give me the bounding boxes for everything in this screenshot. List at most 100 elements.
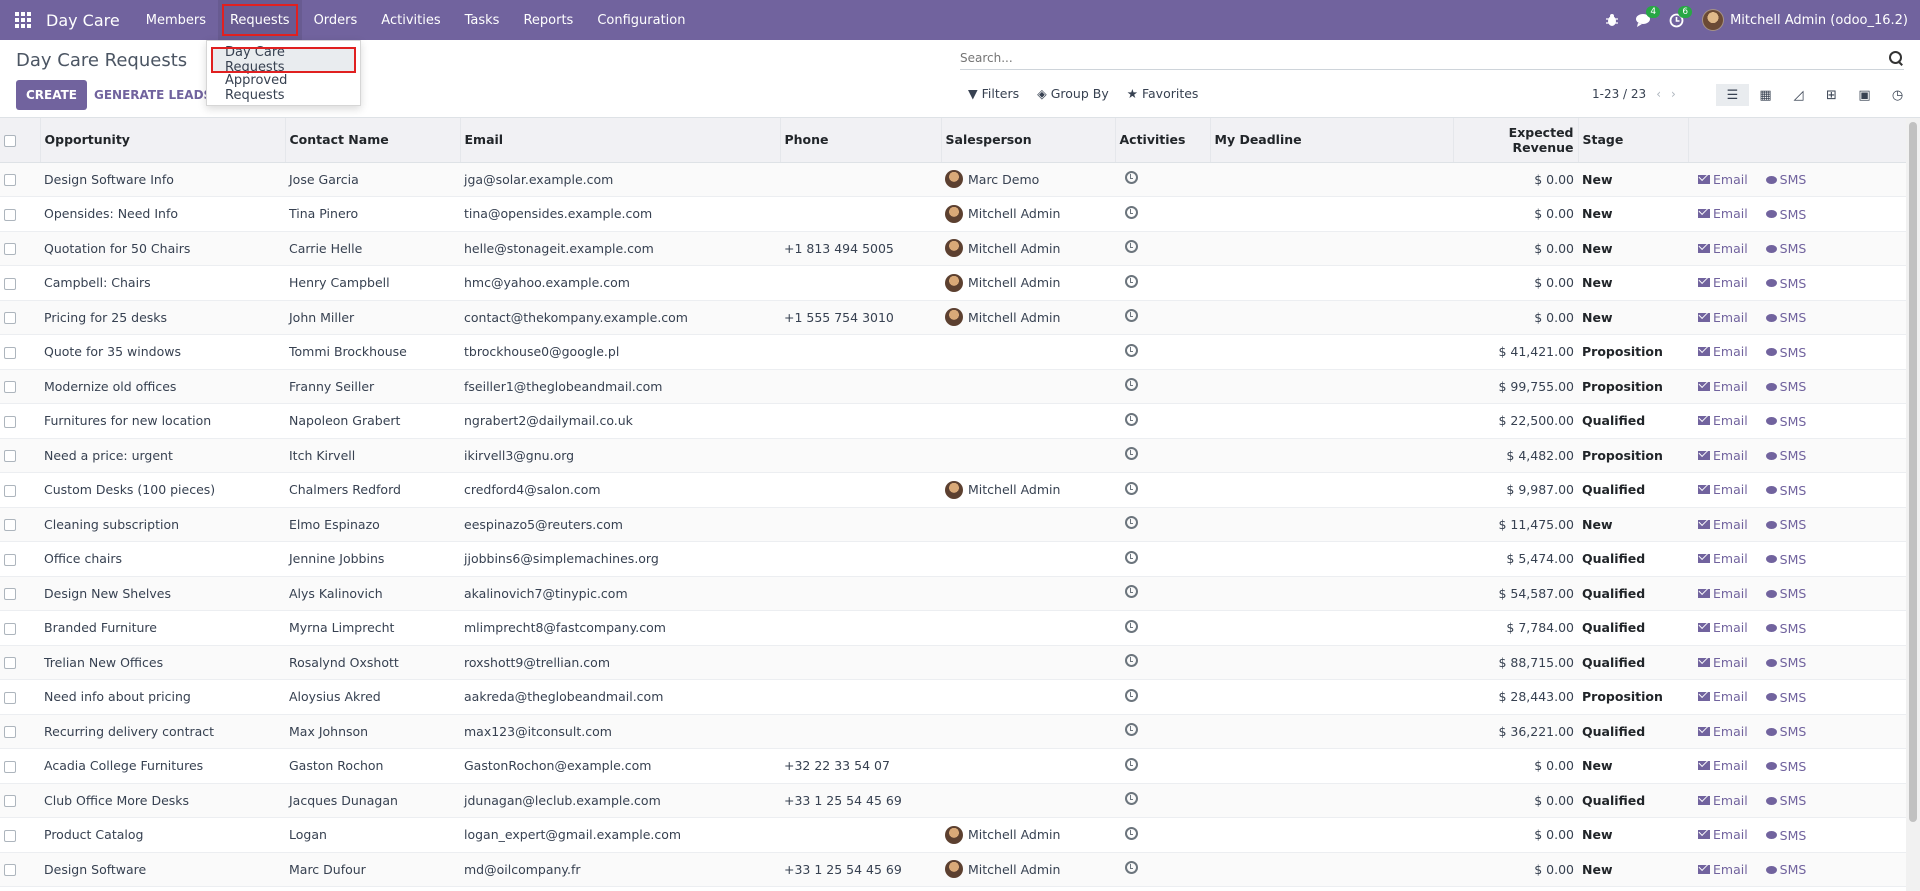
activity-clock-icon[interactable] [1125, 723, 1138, 737]
header-email[interactable]: Email [460, 118, 781, 163]
sms-button[interactable]: SMS [1765, 448, 1806, 463]
sms-button[interactable]: SMS [1765, 379, 1806, 394]
sms-button[interactable]: SMS [1765, 172, 1806, 187]
table-row[interactable]: Office chairs Jennine Jobbins jjobbins6@… [0, 541, 1906, 577]
sms-button[interactable]: SMS [1765, 483, 1806, 498]
sms-button[interactable]: SMS [1765, 241, 1806, 256]
activity-clock-icon[interactable] [1125, 378, 1138, 392]
calendar-view-icon[interactable]: ▣ [1848, 84, 1881, 106]
sms-button[interactable]: SMS [1765, 586, 1806, 601]
row-checkbox[interactable] [4, 795, 16, 808]
table-row[interactable]: Pricing for 25 desks John Miller contact… [0, 300, 1906, 335]
header-contact-name[interactable]: Contact Name [285, 118, 461, 163]
row-select[interactable] [0, 576, 40, 611]
table-row[interactable]: Product Catalog Logan logan_expert@gmail… [0, 817, 1906, 853]
menu-activities[interactable]: Activities [369, 0, 452, 40]
pager-next-icon[interactable]: › [1671, 87, 1676, 101]
sms-button[interactable]: SMS [1765, 517, 1806, 532]
sms-button[interactable]: SMS [1765, 276, 1806, 291]
row-select[interactable] [0, 369, 40, 404]
header-opportunity[interactable]: Opportunity [40, 118, 286, 163]
activity-clock-icon[interactable] [1125, 274, 1138, 288]
table-row[interactable]: Club Office More Desks Jacques Dunagan j… [0, 783, 1906, 818]
row-select[interactable] [0, 645, 40, 680]
activity-clock-icon[interactable] [1125, 516, 1138, 530]
menu-requests[interactable]: Requests [217, 0, 302, 40]
select-all-checkbox[interactable] [4, 134, 16, 147]
row-checkbox[interactable] [4, 208, 16, 221]
activity-clock-icon[interactable] [1125, 619, 1138, 633]
app-name[interactable]: Day Care [46, 11, 120, 30]
dropdown-item-day-care-requests[interactable]: Day Care Requests [211, 45, 356, 75]
table-row[interactable]: Custom Desks (100 pieces) Chalmers Redfo… [0, 472, 1906, 508]
menu-reports[interactable]: Reports [511, 0, 585, 40]
row-select[interactable] [0, 300, 40, 335]
header-expected-revenue[interactable]: Expected Revenue [1453, 118, 1579, 163]
scrollbar-thumb[interactable] [1909, 122, 1917, 822]
pager-value[interactable]: 1-23 / 23 [1592, 87, 1646, 101]
email-button[interactable]: Email [1698, 586, 1748, 601]
row-select[interactable] [0, 438, 40, 473]
email-button[interactable]: Email [1698, 275, 1748, 290]
filters-button[interactable]: ▼ Filters [968, 86, 1019, 101]
row-checkbox[interactable] [4, 312, 16, 325]
email-button[interactable]: Email [1698, 413, 1748, 428]
email-button[interactable]: Email [1698, 448, 1748, 463]
chat-icon[interactable]: 4 [1628, 0, 1661, 40]
email-button[interactable]: Email [1698, 344, 1748, 359]
email-button[interactable]: Email [1698, 827, 1748, 842]
table-row[interactable]: Furnitures for new location Napoleon Gra… [0, 403, 1906, 439]
activity-clock-icon[interactable] [1125, 412, 1138, 426]
menu-members[interactable]: Members [134, 0, 218, 40]
sms-button[interactable]: SMS [1765, 552, 1806, 567]
row-checkbox[interactable] [4, 726, 16, 739]
row-checkbox[interactable] [4, 450, 16, 463]
row-select[interactable] [0, 403, 40, 439]
activity-view-icon[interactable]: ◷ [1881, 84, 1914, 106]
email-button[interactable]: Email [1698, 655, 1748, 670]
email-button[interactable]: Email [1698, 724, 1748, 739]
sms-button[interactable]: SMS [1765, 621, 1806, 636]
list-view-icon[interactable]: ☰ [1716, 84, 1749, 106]
header-salesperson[interactable]: Salesperson [941, 118, 1116, 163]
activity-clock-icon[interactable] [1125, 309, 1138, 323]
row-select[interactable] [0, 334, 40, 370]
sms-button[interactable]: SMS [1765, 207, 1806, 222]
header-stage[interactable]: Stage [1578, 118, 1689, 163]
group-by-button[interactable]: ◈ Group By [1037, 86, 1109, 101]
generate-leads-button[interactable]: GENERATE LEADS [94, 80, 212, 110]
email-button[interactable]: Email [1698, 793, 1748, 808]
row-checkbox[interactable] [4, 760, 16, 773]
search-input[interactable] [960, 50, 1888, 65]
email-button[interactable]: Email [1698, 172, 1748, 187]
email-button[interactable]: Email [1698, 482, 1748, 497]
row-select[interactable] [0, 231, 40, 266]
row-select[interactable] [0, 714, 40, 749]
email-button[interactable]: Email [1698, 517, 1748, 532]
table-row[interactable]: Need a price: urgent Itch Kirvell ikirve… [0, 438, 1906, 473]
row-checkbox[interactable] [4, 174, 16, 187]
row-checkbox[interactable] [4, 346, 16, 359]
vertical-scrollbar[interactable] [1906, 118, 1920, 891]
graph-view-icon[interactable]: ◿ [1782, 84, 1815, 106]
pivot-view-icon[interactable]: ⊞ [1815, 84, 1848, 106]
sms-button[interactable]: SMS [1765, 759, 1806, 774]
activity-clock-icon[interactable] [1125, 654, 1138, 668]
table-row[interactable]: Quote for 35 windows Tommi Brockhouse tb… [0, 334, 1906, 370]
table-row[interactable]: Recurring delivery contract Max Johnson … [0, 714, 1906, 749]
table-row[interactable]: Trelian New Offices Rosalynd Oxshott rox… [0, 645, 1906, 680]
header-phone[interactable]: Phone [780, 118, 942, 163]
activity-clock-icon[interactable] [1125, 792, 1138, 806]
table-row[interactable]: Need info about pricing Aloysius Akred a… [0, 679, 1906, 715]
sms-button[interactable]: SMS [1765, 690, 1806, 705]
table-row[interactable]: Design New Shelves Alys Kalinovich akali… [0, 576, 1906, 611]
menu-tasks[interactable]: Tasks [453, 0, 512, 40]
sms-button[interactable]: SMS [1765, 345, 1806, 360]
row-select[interactable] [0, 541, 40, 577]
row-checkbox[interactable] [4, 657, 16, 670]
row-select[interactable] [0, 679, 40, 715]
row-checkbox[interactable] [4, 381, 16, 394]
email-button[interactable]: Email [1698, 758, 1748, 773]
row-checkbox[interactable] [4, 622, 16, 635]
activity-clock-icon[interactable] [1125, 343, 1138, 357]
